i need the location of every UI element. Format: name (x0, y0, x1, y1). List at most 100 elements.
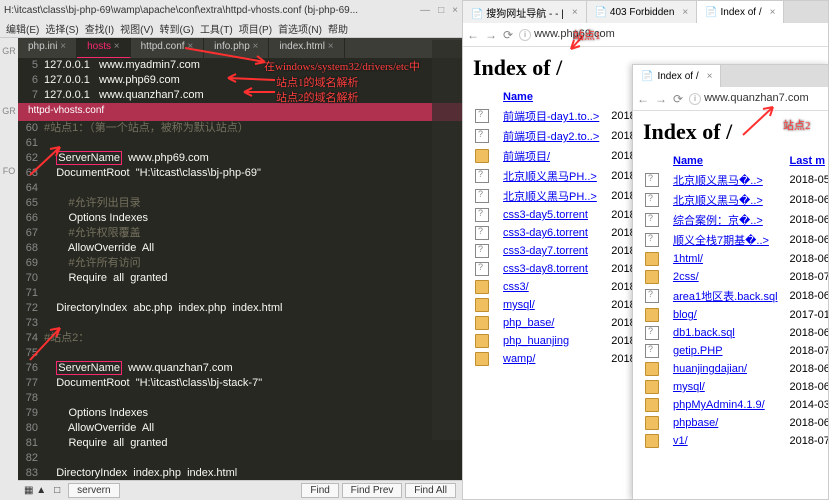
editor-tab[interactable]: index.html × (269, 38, 344, 58)
file-row[interactable]: getip.PHP2018-07- (645, 343, 828, 359)
file-link[interactable]: 前端项目/ (503, 151, 550, 163)
file-row[interactable]: 1html/2018-06- (645, 251, 828, 267)
file-row[interactable]: css3/2018 (475, 279, 646, 295)
file-row[interactable]: php_huanjing2018 (475, 333, 646, 349)
code-line[interactable]: 67 #允许权限覆盖 (18, 226, 462, 241)
file-row[interactable]: 北京顺义黑马�..>2018-06- (645, 191, 828, 209)
browser-tab[interactable]: 📄 Index of /× (697, 1, 784, 23)
code-line[interactable]: 73 (18, 316, 462, 331)
file-row[interactable]: css3-day5.torrent2018 (475, 207, 646, 223)
file-row[interactable]: 2css/2018-07- (645, 269, 828, 285)
minimize-icon[interactable]: — (420, 5, 430, 16)
back-icon[interactable]: ← (637, 92, 649, 106)
tab-vhosts[interactable]: httpd-vhosts.conf (18, 103, 114, 121)
code-line[interactable]: 74#站点2： (18, 331, 462, 346)
file-link[interactable]: php_huanjing (503, 335, 569, 347)
code-line[interactable]: 82 (18, 451, 462, 466)
file-link[interactable]: mysql/ (503, 299, 535, 311)
code-line[interactable]: 81 Require all granted (18, 436, 462, 451)
file-row[interactable]: huanjingdajian/2018-06- (645, 361, 828, 377)
code-line[interactable]: 68 AllowOverride All (18, 241, 462, 256)
code-line[interactable]: 76 ServerName www.quanzhan7.com (18, 361, 462, 376)
file-link[interactable]: 北京顺义黑马�..> (673, 195, 763, 207)
code-line[interactable]: 63 DocumentRoot "H:\itcast\class\bj-php-… (18, 166, 462, 181)
code-line[interactable]: 78 (18, 391, 462, 406)
file-row[interactable]: 顺义全栈7期基�..>2018-06- (645, 231, 828, 249)
file-row[interactable]: 北京顺义黑马�..>2018-05- (645, 171, 828, 189)
file-link[interactable]: 前端项目-day2.to..> (503, 131, 599, 143)
code-line[interactable]: 62 ServerName www.php69.com (18, 151, 462, 166)
file-link[interactable]: blog/ (673, 309, 697, 321)
file-link[interactable]: css3-day8.torrent (503, 263, 588, 275)
file-row[interactable]: 前端项目/2018 (475, 147, 646, 165)
menu-item[interactable]: 选择(S) (45, 21, 78, 36)
menu-item[interactable]: 项目(P) (239, 21, 272, 36)
code-line[interactable]: 79 Options Indexes (18, 406, 462, 421)
file-row[interactable]: 北京顺义黑马PH..>2018 (475, 167, 646, 185)
editor-tab[interactable]: hosts × (77, 38, 131, 58)
file-link[interactable]: v1/ (673, 435, 688, 447)
code-line[interactable]: 69 #允许所有访问 (18, 256, 462, 271)
file-row[interactable]: css3-day7.torrent2018 (475, 243, 646, 259)
file-link[interactable]: area1地区表.back.sql (673, 291, 778, 303)
file-row[interactable]: area1地区表.back.sql2018-06- (645, 287, 828, 305)
file-row[interactable]: 综合案例：京�..>2018-06- (645, 211, 828, 229)
status-button[interactable]: Find All (405, 483, 456, 498)
editor-tab[interactable]: httpd.conf × (131, 38, 205, 58)
tab-close-icon[interactable]: × (770, 7, 776, 18)
editor-tab[interactable]: php.ini × (18, 38, 77, 58)
code-line[interactable]: 80 AllowOverride All (18, 421, 462, 436)
file-link[interactable]: getip.PHP (673, 345, 723, 357)
file-row[interactable]: phpMyAdmin4.1.9/2014-03- (645, 397, 828, 413)
file-row[interactable]: mysql/2018-06- (645, 379, 828, 395)
menu-item[interactable]: 编辑(E) (6, 21, 39, 36)
file-row[interactable]: phpbase/2018-06- (645, 415, 828, 431)
url-field[interactable]: iwww.quanzhan7.com (689, 92, 824, 105)
window-titlebar[interactable]: H:\itcast\class\bj-php-69\wamp\apache\co… (0, 0, 462, 20)
code-line[interactable]: 60#站点1：（第一个站点，被称为默认站点） (18, 121, 462, 136)
file-link[interactable]: wamp/ (503, 353, 535, 365)
code-line[interactable]: 70 Require all granted (18, 271, 462, 286)
browser2-tab[interactable]: 📄 Index of /× (633, 65, 721, 87)
file-row[interactable]: css3-day8.torrent2018 (475, 261, 646, 277)
browser-tab[interactable]: 📄 搜狗网址导航 - - |× (463, 1, 587, 23)
file-link[interactable]: 前端项目-day1.to..> (503, 111, 599, 123)
file-row[interactable]: 前端项目-day2.to..>2018 (475, 127, 646, 145)
menu-item[interactable]: 转到(G) (159, 21, 193, 36)
status-button[interactable]: Find Prev (342, 483, 403, 498)
code-line[interactable]: 72 DirectoryIndex abc.php index.php inde… (18, 301, 462, 316)
code-line[interactable]: 75 (18, 346, 462, 361)
file-row[interactable]: css3-day6.torrent2018 (475, 225, 646, 241)
file-link[interactable]: 顺义全栈7期基�..> (673, 235, 769, 247)
editor-tab[interactable]: info.php × (204, 38, 269, 58)
code-line[interactable]: 77 DocumentRoot "H:\itcast\class\bj-stac… (18, 376, 462, 391)
file-link[interactable]: php_base/ (503, 317, 554, 329)
file-link[interactable]: css3/ (503, 281, 529, 293)
file-row[interactable]: 北京顺义黑马PH..>2018 (475, 187, 646, 205)
col-name[interactable]: Name (673, 155, 703, 167)
close-icon[interactable]: × (452, 5, 458, 16)
reload-icon[interactable]: ⟳ (673, 92, 683, 106)
code-line[interactable]: 71 (18, 286, 462, 301)
file-row[interactable]: 前端项目-day1.to..>2018 (475, 107, 646, 125)
file-link[interactable]: mysql/ (673, 381, 705, 393)
file-link[interactable]: 2css/ (673, 271, 699, 283)
reload-icon[interactable]: ⟳ (503, 28, 513, 42)
menu-item[interactable]: 首选项(N) (278, 21, 322, 36)
file-row[interactable]: v1/2018-07- (645, 433, 828, 449)
col-name[interactable]: Name (503, 91, 533, 103)
forward-icon[interactable]: → (655, 92, 667, 106)
code-line[interactable]: 83 DirectoryIndex index.php index.html (18, 466, 462, 480)
file-link[interactable]: 综合案例：京�..> (673, 215, 763, 227)
file-link[interactable]: 北京顺义黑马PH..> (503, 191, 597, 203)
maximize-icon[interactable]: □ (438, 5, 444, 16)
browser-tab[interactable]: 📄 403 Forbidden× (587, 1, 698, 23)
code-line[interactable]: 61 (18, 136, 462, 151)
tab-close-icon[interactable]: × (707, 71, 713, 82)
code-line[interactable]: 64 (18, 181, 462, 196)
tab-close-icon[interactable]: × (572, 7, 578, 18)
file-row[interactable]: php_base/2018 (475, 315, 646, 331)
file-link[interactable]: 北京顺义黑马�..> (673, 175, 763, 187)
file-row[interactable]: db1.back.sql2018-06- (645, 325, 828, 341)
col-modified[interactable]: Last m (790, 155, 825, 167)
